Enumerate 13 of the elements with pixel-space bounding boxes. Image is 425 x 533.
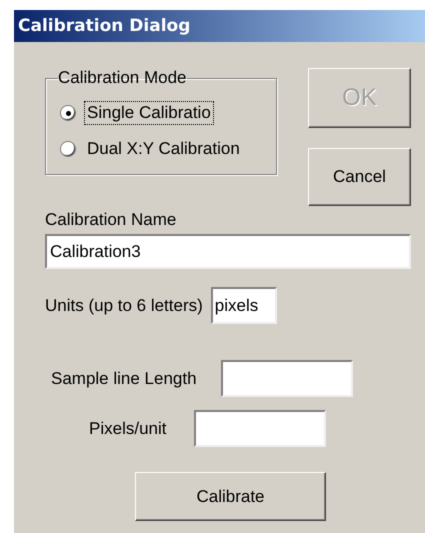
calibrate-button[interactable]: Calibrate [135,472,326,521]
window-title: Calibration Dialog [14,10,425,42]
field-label: Units (up to 6 letters) [45,296,203,316]
radio-option[interactable]: Dual X:Y Calibration [60,134,243,164]
cancel-button[interactable]: Cancel [308,148,411,206]
field-label: Calibration Name [45,210,178,230]
field-label: Sample line Length [51,368,197,388]
length-field[interactable] [220,360,353,397]
name-field[interactable]: Calibration3 [45,234,411,269]
pixels-per-unit-field[interactable] [194,410,326,447]
group-label: Calibration Mode [58,68,187,88]
field-label: Pixels/unit [89,418,166,438]
units-field[interactable]: pixels [210,287,277,324]
